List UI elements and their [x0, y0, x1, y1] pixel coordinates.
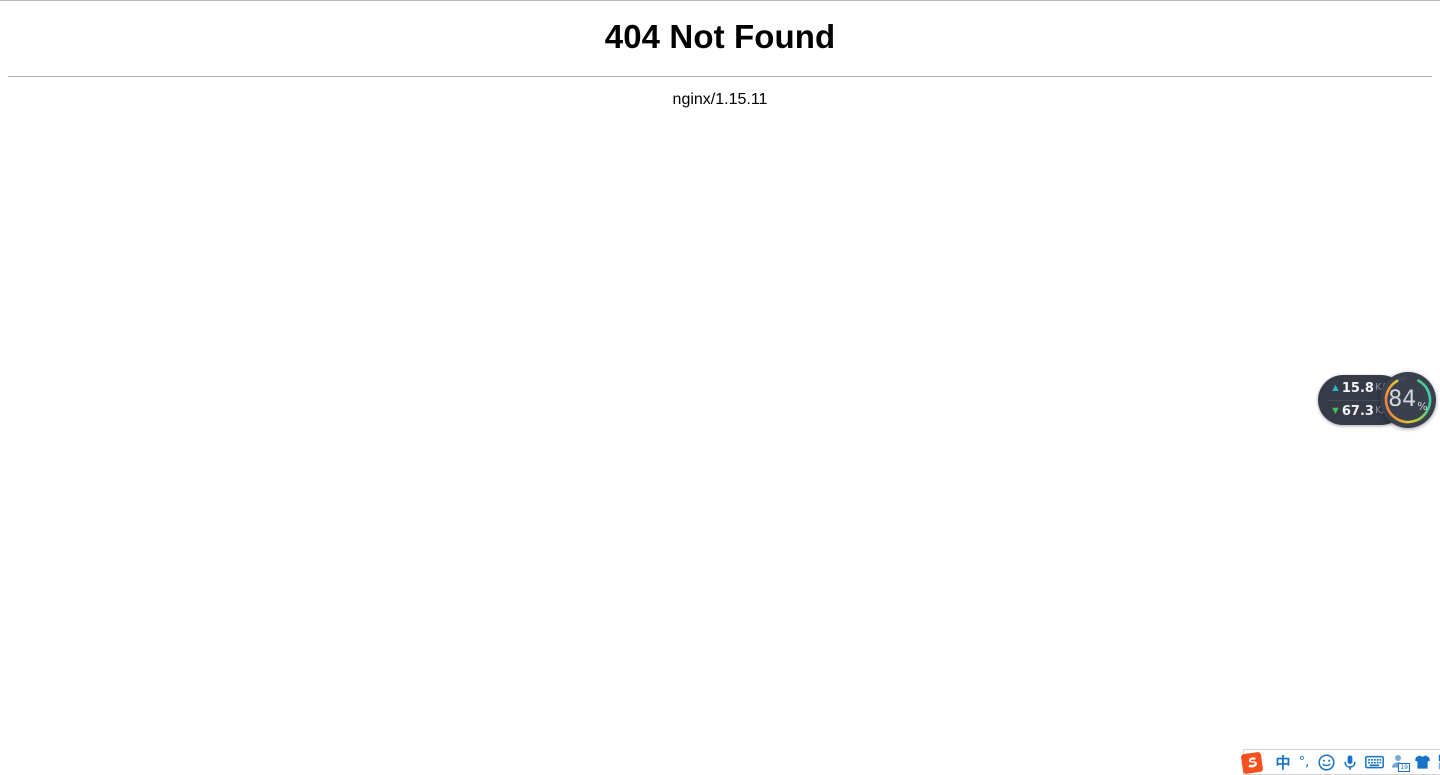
cpu-gauge-label: 84 %	[1380, 372, 1436, 428]
user-center-badge: 19	[1398, 763, 1410, 772]
microphone-icon	[1344, 754, 1356, 770]
input-mode-label: 中	[1275, 753, 1291, 772]
punctuation-toggle[interactable]: °,	[1294, 750, 1314, 774]
sogou-logo-icon	[1238, 751, 1266, 775]
down-arrow-icon: ▼	[1330, 404, 1341, 417]
input-mode-toggle[interactable]: 中	[1272, 750, 1294, 774]
skin-shirt-icon	[1414, 755, 1430, 769]
emoji-icon	[1317, 753, 1335, 771]
upload-speed-value: 15.8	[1341, 380, 1374, 396]
voice-input-button[interactable]	[1338, 750, 1362, 774]
cpu-usage-gauge[interactable]: 84 %	[1380, 372, 1436, 428]
page-title: 404 Not Found	[604, 18, 836, 55]
emoji-button[interactable]	[1314, 750, 1338, 774]
download-speed-value: 67.3	[1341, 403, 1374, 419]
skin-button[interactable]	[1410, 750, 1434, 774]
user-center-button[interactable]: 19	[1386, 750, 1410, 774]
toolbox-button[interactable]	[1434, 750, 1440, 774]
page-document: 404 Not Found nginx/1.15.11	[0, 1, 1440, 109]
cpu-gauge-value: 84	[1388, 387, 1417, 412]
cpu-gauge-percent-symbol: %	[1417, 400, 1428, 413]
network-monitor-widget[interactable]: ▲ 15.8 K/s ▼ 67.3 K/s	[1318, 372, 1440, 428]
punctuation-label: °,	[1298, 754, 1310, 770]
up-arrow-icon: ▲	[1330, 381, 1341, 394]
soft-keyboard-icon	[1364, 755, 1384, 769]
sogou-ime-toolbar[interactable]: 中 °, 19	[1241, 749, 1440, 775]
server-signature: nginx/1.15.11	[672, 91, 768, 108]
soft-keyboard-button[interactable]	[1362, 750, 1386, 774]
